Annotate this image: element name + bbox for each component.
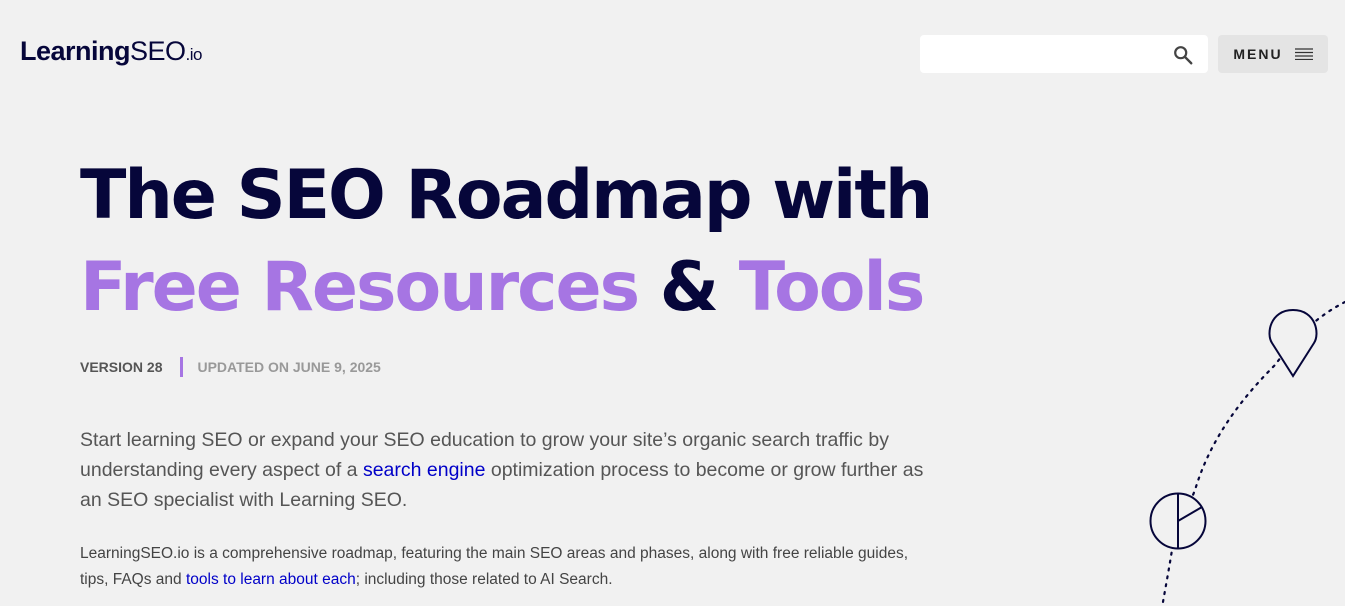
version-label: VERSION 28	[80, 359, 163, 375]
map-pin-icon	[1268, 308, 1318, 378]
title-line-1: The SEO Roadmap with	[80, 156, 933, 235]
title-free-resources: Free Resources	[80, 248, 640, 327]
intro-paragraph: Start learning SEO or expand your SEO ed…	[80, 425, 930, 515]
logo-part-learning: Learning	[20, 36, 131, 66]
site-header: LearningSEO.io MENU	[0, 0, 1345, 100]
search-icon[interactable]	[1172, 44, 1194, 66]
logo-part-seo: SEO	[130, 36, 186, 66]
logo-part-io: .io	[185, 45, 203, 64]
hamburger-icon	[1294, 48, 1313, 60]
site-logo[interactable]: LearningSEO.io	[20, 36, 203, 67]
pie-chart-icon	[1149, 492, 1207, 550]
menu-button[interactable]: MENU	[1218, 35, 1328, 73]
search-box	[920, 35, 1208, 73]
roadmap-decoration	[1149, 300, 1345, 604]
title-ampersand: &	[638, 248, 739, 327]
search-engine-link[interactable]: search engine	[363, 459, 486, 481]
page-title: The SEO Roadmap with Free Resources & To…	[80, 150, 933, 334]
menu-label: MENU	[1233, 46, 1283, 62]
meta-divider	[180, 357, 184, 377]
dotted-route-path	[1161, 300, 1345, 604]
title-tools: Tools	[738, 248, 926, 327]
description-paragraph: LearningSEO.io is a comprehensive roadma…	[80, 541, 940, 593]
version-meta: VERSION 28 UPDATED ON JUNE 9, 2025	[80, 356, 381, 378]
search-input[interactable]	[920, 35, 1184, 73]
description-text-2: ; including those related to AI Search.	[355, 571, 613, 588]
tools-link[interactable]: tools to learn about each	[186, 571, 356, 588]
updated-date: UPDATED ON JUNE 9, 2025	[197, 359, 381, 375]
